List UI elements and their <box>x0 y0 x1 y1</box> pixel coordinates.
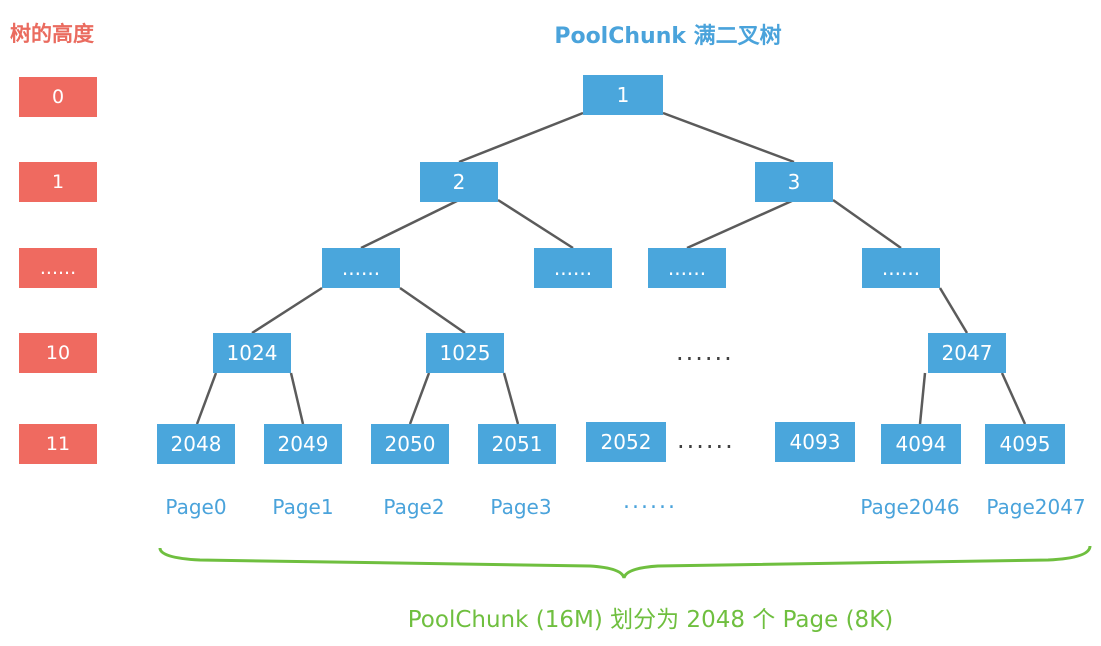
level-ellipsis: ...... <box>19 248 97 288</box>
leaf-ellipsis: ...... <box>677 426 735 454</box>
node-2049: 2049 <box>264 424 342 464</box>
page-label: Page2046 <box>860 495 960 519</box>
page-label: Page0 <box>165 495 227 519</box>
node-ellipsis: ...... <box>534 248 612 288</box>
node-3: 3 <box>755 162 833 202</box>
level-11: 11 <box>19 424 97 464</box>
chunk-caption: PoolChunk (16M) 划分为 2048 个 Page (8K) <box>407 607 894 633</box>
node-2048: 2048 <box>157 424 235 464</box>
level-1: 1 <box>19 162 97 202</box>
node-2: 2 <box>420 162 498 202</box>
node-1024: 1024 <box>213 333 291 373</box>
node-4093: 4093 <box>775 422 855 462</box>
node-4095: 4095 <box>985 424 1065 464</box>
tree-title: PoolChunk 满二叉树 <box>554 24 782 49</box>
tree-edges <box>158 111 1092 579</box>
level-0: 0 <box>19 77 97 117</box>
node-ellipsis: ...... <box>648 248 726 288</box>
level-10-ellipsis: ...... <box>676 338 734 366</box>
node-ellipsis: ...... <box>322 248 400 288</box>
node-1025: 1025 <box>426 333 504 373</box>
node-2052: 2052 <box>586 422 666 462</box>
page-label: Page2047 <box>986 495 1086 519</box>
level-10: 10 <box>19 333 97 373</box>
page-label: Page3 <box>490 495 552 519</box>
node-1: 1 <box>583 75 663 115</box>
page-ellipsis: ...... <box>623 489 677 514</box>
node-4094: 4094 <box>881 424 961 464</box>
node-2047: 2047 <box>928 333 1006 373</box>
page-label: Page1 <box>272 495 334 519</box>
node-2051: 2051 <box>478 424 556 464</box>
node-2050: 2050 <box>371 424 449 464</box>
page-label: Page2 <box>383 495 445 519</box>
node-ellipsis: ...... <box>862 248 940 288</box>
